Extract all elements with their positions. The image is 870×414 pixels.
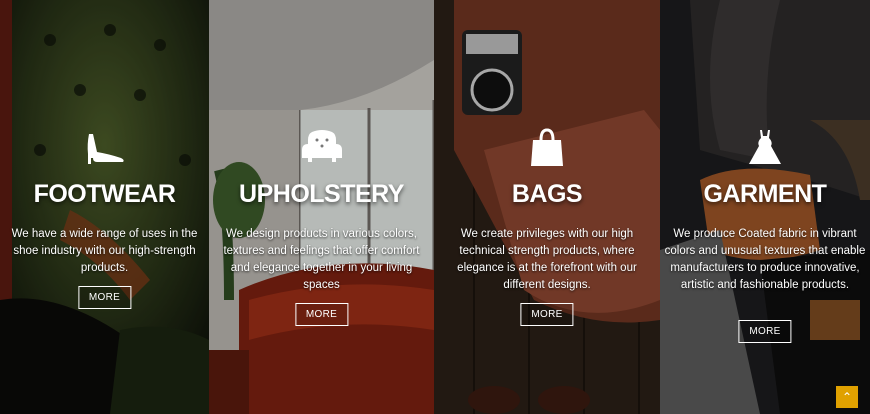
panel-title: GARMENT (703, 180, 827, 208)
panel-title: FOOTWEAR (33, 180, 176, 208)
panel-title: UPHOLSTERY (239, 180, 404, 208)
shopping-bag-icon (525, 128, 569, 168)
panel-garment[interactable]: GARMENT We produce Coated fabric in vibr… (660, 0, 870, 414)
panel-description: We produce Coated fabric in vibrant colo… (664, 228, 866, 291)
panel-upholstery[interactable]: UPHOLSTERY We design products in various… (209, 0, 434, 414)
panel-description: We create privileges with our high techn… (457, 228, 637, 291)
dress-icon (743, 128, 787, 168)
chevron-up-icon: ⌃ (841, 390, 853, 404)
upholstery-more-button[interactable]: MORE (294, 303, 349, 326)
armchair-icon (300, 128, 344, 168)
bags-more-button[interactable]: MORE (520, 303, 574, 326)
panel-title: BAGS (511, 180, 583, 208)
panel-description: We design products in various colors, te… (223, 228, 420, 291)
product-categories-section: FOOTWEAR We have a wide range of uses in… (0, 0, 870, 414)
footwear-more-button[interactable]: MORE (77, 286, 132, 309)
panel-footwear[interactable]: FOOTWEAR We have a wide range of uses in… (0, 0, 209, 414)
panel-description: We have a wide range of uses in the shoe… (11, 228, 198, 274)
panel-bags[interactable]: BAGS We create privileges with our high … (434, 0, 660, 414)
scroll-to-top-button[interactable]: ⌃ (836, 386, 858, 408)
garment-more-button[interactable]: MORE (738, 320, 792, 343)
high-heel-shoe-icon (83, 128, 127, 168)
